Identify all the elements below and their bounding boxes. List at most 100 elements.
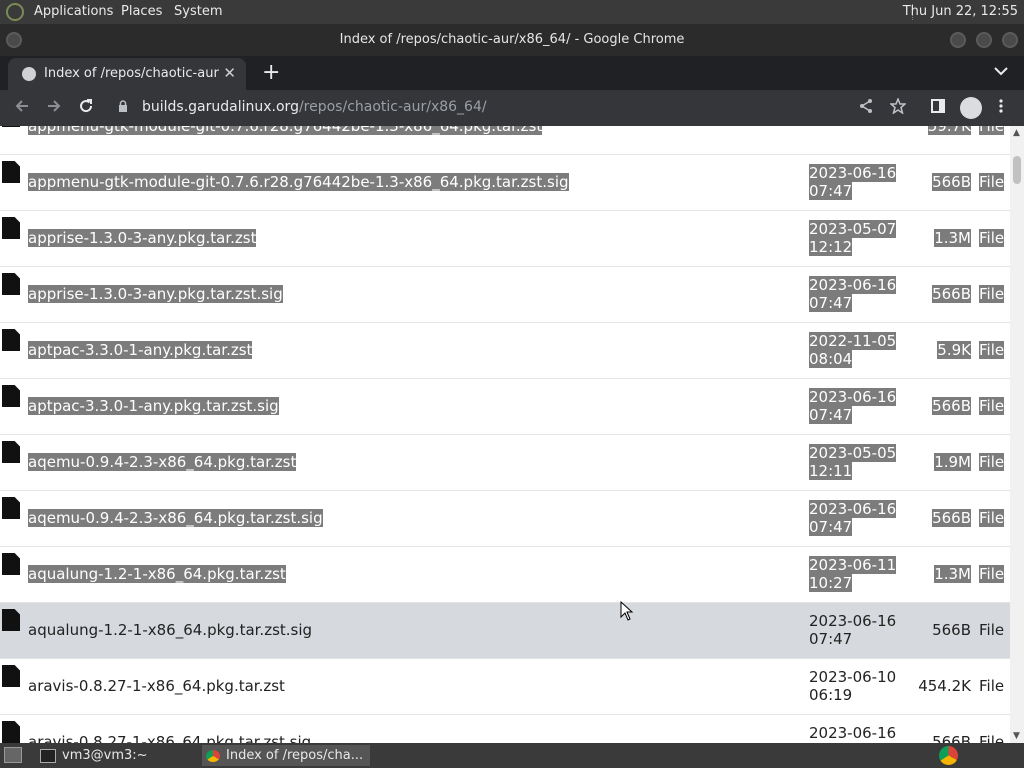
file-name-link[interactable]: apprise-1.3.0-3-any.pkg.tar.zst.sig [28, 285, 283, 303]
url-path: /repos/chaotic-aur/x86_64/ [298, 99, 487, 115]
file-kind: File [979, 341, 1005, 359]
file-size: 566B [932, 509, 971, 527]
file-size: 1.9M [934, 453, 971, 471]
table-row[interactable]: aqualung-1.2-1-x86_64.pkg.tar.zst.sig 202… [0, 603, 1010, 659]
file-date: 2023-06-16 07:47 [809, 724, 897, 743]
file-icon [2, 385, 20, 407]
back-icon[interactable] [14, 98, 30, 118]
file-date: 2023-05-05 12:11 [809, 444, 897, 480]
file-name-link[interactable]: aptpac-3.3.0-1-any.pkg.tar.zst.sig [28, 397, 279, 415]
table-row[interactable]: appmenu-gtk-module-git-0.7.6.r28.g76442b… [0, 126, 1010, 155]
file-name-link[interactable]: aravis-0.8.27-1-x86_64.pkg.tar.zst.sig [28, 733, 311, 743]
file-icon [2, 161, 20, 183]
table-row[interactable]: appmenu-gtk-module-git-0.7.6.r28.g76442b… [0, 155, 1010, 211]
file-icon [2, 441, 20, 463]
table-row[interactable]: apprise-1.3.0-3-any.pkg.tar.zst 2023-05-0… [0, 211, 1010, 267]
lock-icon[interactable] [118, 100, 128, 115]
window-titlebar[interactable]: Index of /repos/chaotic-aur/x86_64/ - Go… [0, 24, 1024, 56]
file-name-link[interactable]: appmenu-gtk-module-git-0.7.6.r28.g76442b… [28, 126, 543, 135]
tab-active[interactable]: Index of /repos/chaotic-aur/x86_64/ ✕ [8, 58, 246, 90]
file-size: 566B [932, 285, 971, 303]
taskbar-item-terminal[interactable]: vm3@vm3:~ [36, 745, 196, 766]
bookmark-star-icon[interactable] [889, 96, 907, 118]
file-date: 2022-11-05 08:04 [809, 332, 897, 368]
file-name-link[interactable]: aqualung-1.2-1-x86_64.pkg.tar.zst [28, 565, 286, 583]
table-row[interactable]: aqemu-0.9.4-2.3-x86_64.pkg.tar.zst 2023-0… [0, 435, 1010, 491]
file-icon [2, 329, 20, 351]
file-kind: File [979, 229, 1005, 247]
file-icon [2, 721, 20, 743]
file-date: 2023-06-10 06:19 [809, 668, 897, 704]
file-size: 454.2K [918, 677, 971, 695]
file-name-link[interactable]: appmenu-gtk-module-git-0.7.6.r28.g76442b… [28, 173, 569, 191]
file-name-link[interactable]: aptpac-3.3.0-1-any.pkg.tar.zst [28, 341, 253, 359]
file-size: 5.9K [937, 341, 971, 359]
file-size: 59.7K [905, 126, 971, 135]
distro-logo-icon[interactable] [6, 3, 24, 21]
table-row[interactable]: aravis-0.8.27-1-x86_64.pkg.tar.zst 2023-0… [0, 659, 1010, 715]
profile-avatar-icon[interactable] [960, 97, 982, 119]
address-bar[interactable]: builds.garudalinux.org/repos/chaotic-aur… [142, 99, 487, 115]
table-row[interactable]: aqemu-0.9.4-2.3-x86_64.pkg.tar.zst.sig 20… [0, 491, 1010, 547]
file-name-link[interactable]: aqemu-0.9.4-2.3-x86_64.pkg.tar.zst.sig [28, 509, 323, 527]
minimize-icon[interactable] [950, 32, 966, 48]
vertical-scrollbar[interactable]: ▲ ▼ [1010, 126, 1024, 743]
file-icon [2, 273, 20, 295]
side-panel-icon[interactable] [930, 98, 946, 118]
file-kind: File [979, 621, 1005, 639]
window-menu-icon[interactable] [6, 32, 22, 48]
system-menu[interactable]: System [174, 4, 222, 19]
tab-close-icon[interactable]: ✕ [223, 64, 236, 82]
chrome-icon [206, 749, 220, 762]
browser-toolbar: builds.garudalinux.org/repos/chaotic-aur… [0, 90, 1024, 126]
maximize-icon[interactable] [976, 32, 992, 48]
kebab-menu-icon[interactable] [998, 98, 1004, 118]
panel-clock[interactable]: Thu Jun 22, 12:55 [903, 4, 1018, 19]
taskbar-chrome-label: Index of /repos/cha... [226, 748, 364, 763]
table-row[interactable]: aptpac-3.3.0-1-any.pkg.tar.zst 2022-11-05… [0, 323, 1010, 379]
file-name-link[interactable]: aravis-0.8.27-1-x86_64.pkg.tar.zst [28, 677, 285, 695]
new-tab-icon[interactable]: + [262, 60, 280, 85]
file-size: 566B [932, 621, 971, 639]
table-row[interactable]: apprise-1.3.0-3-any.pkg.tar.zst.sig 2023-… [0, 267, 1010, 323]
file-size: 1.3M [934, 229, 971, 247]
bottom-taskbar: vm3@vm3:~ Index of /repos/cha... [0, 743, 1024, 768]
file-kind: File [979, 733, 1005, 743]
file-name-link[interactable]: aqualung-1.2-1-x86_64.pkg.tar.zst.sig [28, 621, 312, 639]
tab-title: Index of /repos/chaotic-aur/x86_64/ [44, 66, 219, 81]
window-title: Index of /repos/chaotic-aur/x86_64/ - Go… [339, 32, 685, 47]
file-size: 566B [932, 733, 971, 743]
reload-icon[interactable] [78, 98, 94, 118]
file-date: 2023-06-16 07:47 [809, 388, 897, 424]
globe-icon [22, 67, 36, 81]
scroll-down-icon[interactable]: ▼ [1013, 731, 1020, 741]
table-row[interactable]: aptpac-3.3.0-1-any.pkg.tar.zst.sig 2023-0… [0, 379, 1010, 435]
file-kind: File [979, 565, 1005, 583]
terminal-icon [40, 748, 56, 763]
file-size: 566B [932, 173, 971, 191]
page-content: appmenu-gtk-module-git-0.7.6.r28.g76442b… [0, 126, 1010, 743]
tray-chrome-icon[interactable] [939, 746, 958, 765]
table-row[interactable]: aravis-0.8.27-1-x86_64.pkg.tar.zst.sig 20… [0, 715, 1010, 743]
forward-icon[interactable] [46, 98, 62, 118]
share-icon[interactable] [858, 98, 874, 118]
places-menu[interactable]: Places [121, 4, 162, 19]
show-desktop-icon[interactable] [4, 747, 22, 763]
taskbar-item-chrome[interactable]: Index of /repos/cha... [202, 745, 370, 766]
file-kind: File [979, 285, 1005, 303]
file-listing: appmenu-gtk-module-git-0.7.6.r28.g76442b… [0, 126, 1010, 743]
file-date: 2023-06-16 07:47 [809, 164, 897, 200]
tab-search-chevron-icon[interactable] [994, 64, 1008, 80]
file-date: 2023-06-16 07:47 [809, 500, 897, 536]
tab-strip: Index of /repos/chaotic-aur/x86_64/ ✕ + [0, 56, 1024, 90]
scroll-up-icon[interactable]: ▲ [1013, 128, 1020, 138]
scrollbar-thumb[interactable] [1013, 156, 1021, 184]
close-window-icon[interactable] [1002, 32, 1018, 48]
file-size: 566B [932, 397, 971, 415]
file-name-link[interactable]: apprise-1.3.0-3-any.pkg.tar.zst [28, 229, 257, 247]
table-row[interactable]: aqualung-1.2-1-x86_64.pkg.tar.zst 2023-06… [0, 547, 1010, 603]
top-panel: Applications Places System Thu Jun 22, 1… [0, 0, 1024, 24]
file-name-link[interactable]: aqemu-0.9.4-2.3-x86_64.pkg.tar.zst [28, 453, 297, 471]
url-host: builds.garudalinux.org [142, 99, 299, 115]
applications-menu[interactable]: Applications [34, 4, 113, 19]
